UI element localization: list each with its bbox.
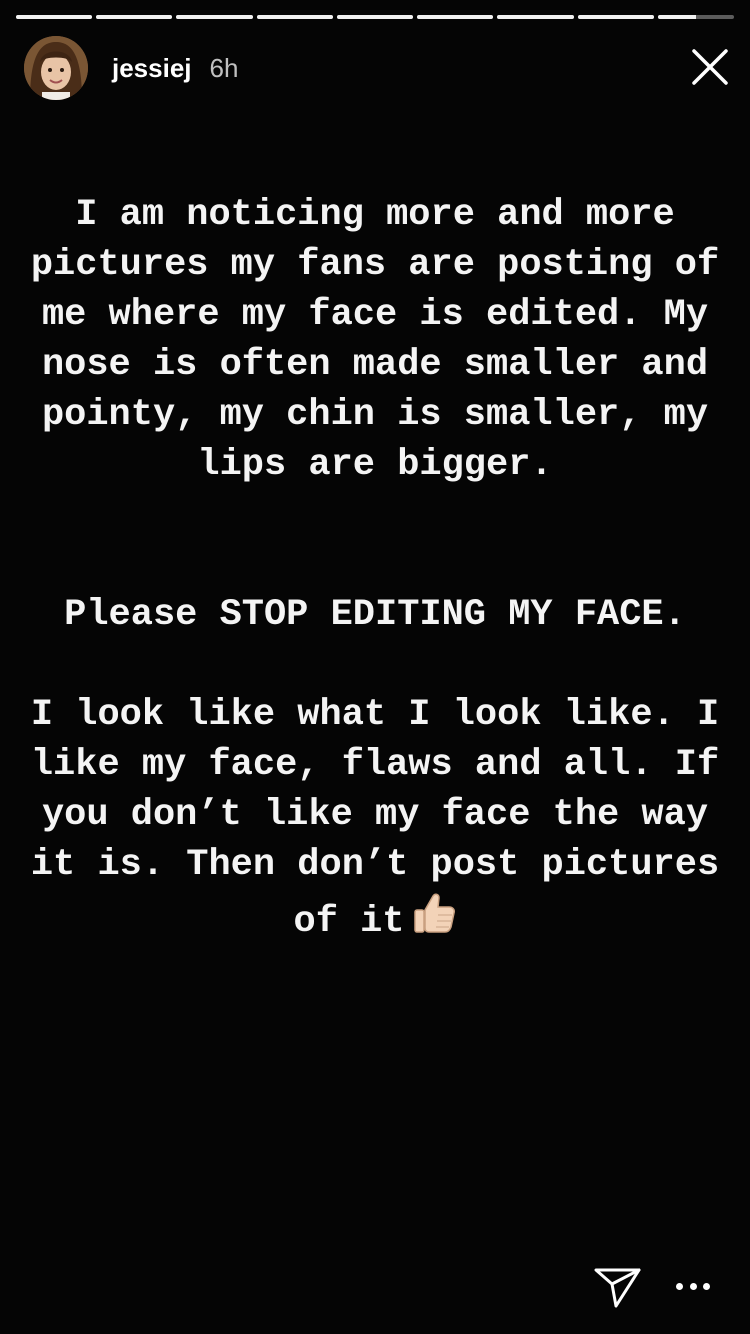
progress-segment xyxy=(16,15,93,19)
progress-segment-fill xyxy=(497,15,574,19)
story-viewer[interactable]: jessiej 6h I am noticing more and more p… xyxy=(0,0,750,1334)
close-icon xyxy=(692,49,728,85)
progress-segment xyxy=(96,15,173,19)
progress-segment xyxy=(176,15,253,19)
close-button[interactable] xyxy=(690,47,730,87)
story-text: I am noticing more and more pictures my … xyxy=(20,190,730,952)
progress-segment xyxy=(336,15,414,19)
story-header: jessiej 6h xyxy=(24,36,238,100)
progress-segment-fill xyxy=(256,15,333,19)
progress-segment-fill xyxy=(577,15,654,19)
progress-segment-fill xyxy=(657,15,696,19)
progress-segment-fill xyxy=(336,15,414,19)
thumbs-up-emoji xyxy=(411,890,457,952)
direct-send-icon xyxy=(594,1268,641,1308)
message-paragraph: Please STOP EDITING MY FACE. xyxy=(64,594,686,636)
progress-segment xyxy=(577,15,654,19)
more-options-icon xyxy=(676,1282,683,1290)
progress-segment-fill xyxy=(16,15,93,19)
progress-segment-fill xyxy=(96,15,173,19)
progress-segment-fill xyxy=(176,15,253,19)
story-progress-bar xyxy=(16,15,734,19)
progress-segment-fill xyxy=(417,15,494,19)
username[interactable]: jessiej xyxy=(112,53,192,84)
progress-segment xyxy=(417,15,494,19)
message-paragraph: I am noticing more and more pictures my … xyxy=(30,194,720,486)
message-paragraph-text: I look like what I look like. I like my … xyxy=(30,694,720,943)
profile-avatar[interactable] xyxy=(24,36,88,100)
more-options-icon xyxy=(689,1282,697,1290)
avatar-image-icon xyxy=(24,36,88,100)
progress-segment xyxy=(256,15,333,19)
more-options-icon xyxy=(703,1282,710,1290)
send-direct-button[interactable] xyxy=(594,1262,642,1310)
more-options-button[interactable] xyxy=(676,1276,710,1296)
post-timestamp: 6h xyxy=(209,52,239,83)
message-paragraph: I look like what I look like. I like my … xyxy=(20,690,730,952)
progress-segment xyxy=(497,15,574,19)
progress-segment xyxy=(657,15,734,19)
